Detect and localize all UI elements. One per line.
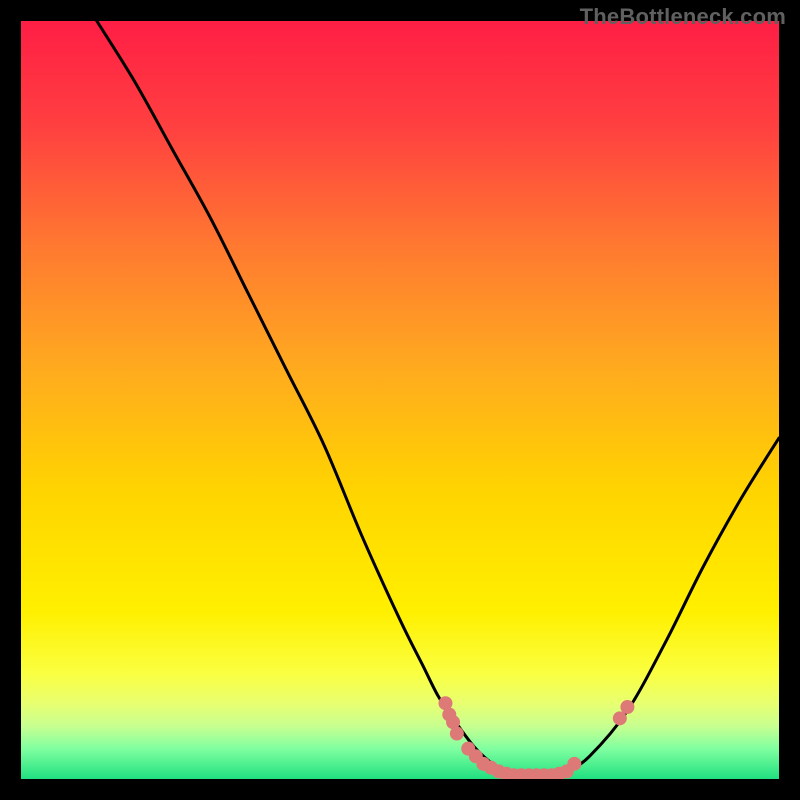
watermark-text: TheBottleneck.com xyxy=(580,4,786,30)
curve-marker xyxy=(613,711,627,725)
curve-marker xyxy=(567,757,581,771)
gradient-background xyxy=(21,21,779,779)
plot-svg xyxy=(21,21,779,779)
curve-marker xyxy=(620,700,634,714)
curve-marker xyxy=(450,727,464,741)
chart-stage: TheBottleneck.com xyxy=(0,0,800,800)
plot-frame xyxy=(21,21,779,779)
